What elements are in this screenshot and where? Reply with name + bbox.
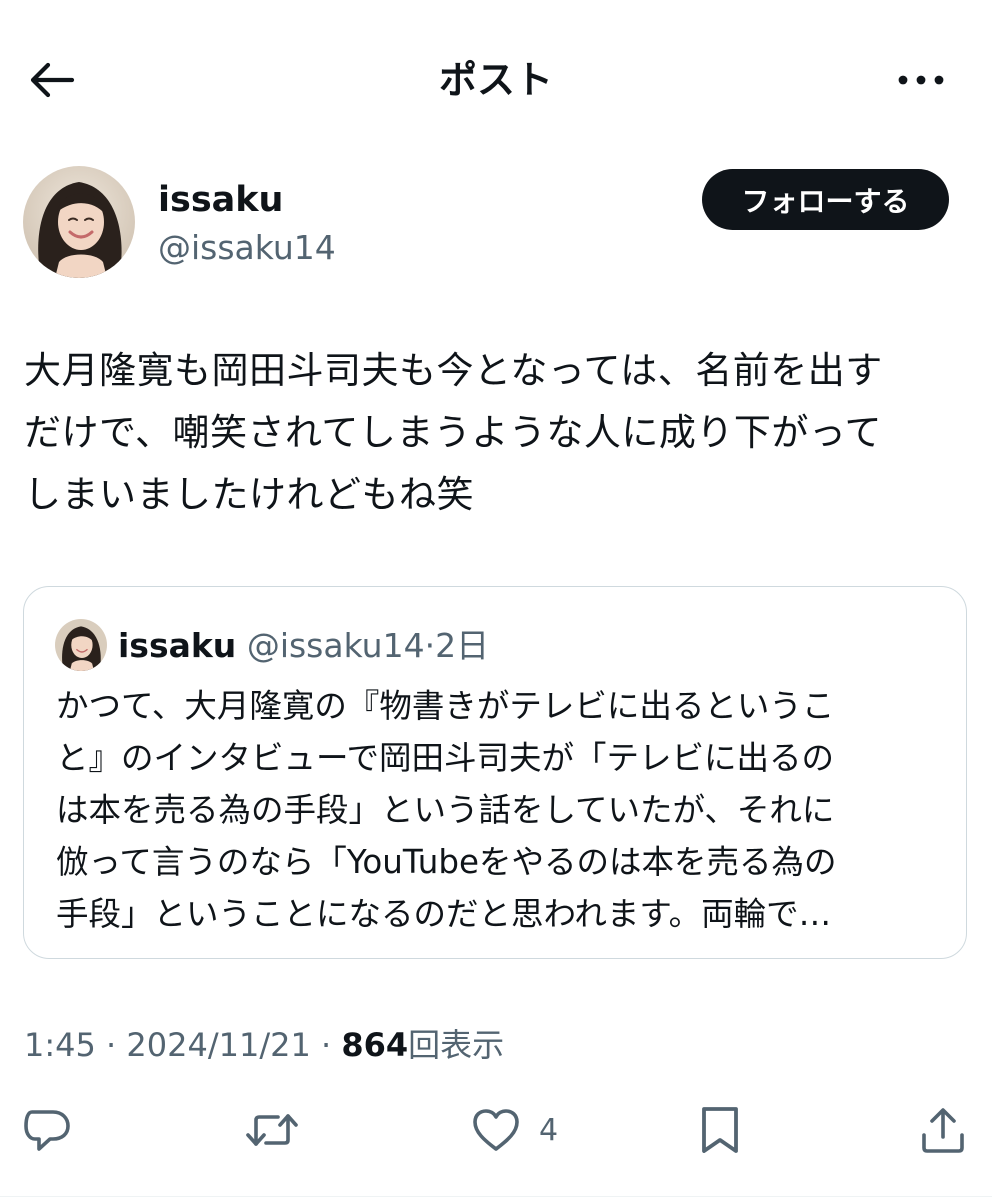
more-options-button[interactable] [888, 52, 954, 108]
quoted-post-header: issaku @issaku14·2日 [118, 624, 489, 668]
reply-icon [22, 1106, 72, 1154]
quoted-text-line: と』のインタビューで岡田斗司夫が「テレビに出るの [56, 739, 835, 777]
views-label[interactable]: 回表示 [408, 1026, 504, 1064]
repost-icon [244, 1106, 300, 1154]
quoted-text-line: 倣って言うのなら「YouTubeをやるのは本を売る為の [56, 843, 837, 881]
author-avatar[interactable] [23, 166, 135, 278]
bookmark-button[interactable] [698, 1100, 742, 1160]
quoted-text-line: 手段」ということになるのだと思われます。両輪で… [56, 895, 832, 933]
reply-button[interactable] [22, 1100, 72, 1160]
quoted-text-line: かつて、大月隆寛の『物書きがテレビに出るというこ [56, 687, 835, 725]
post-date: 2024/11/21 [126, 1026, 311, 1064]
author-name[interactable]: issaku [158, 178, 283, 222]
page-title: ポスト [438, 58, 553, 102]
repost-button[interactable] [244, 1100, 300, 1160]
post-text-line: だけで、嘲笑されてしまうような人に成り下がって [24, 411, 883, 454]
like-button[interactable]: 4 [471, 1100, 558, 1160]
more-horizontal-icon [897, 74, 945, 86]
post-meta: 1:45 · 2024/11/21 · 864回表示 [24, 1022, 504, 1068]
share-button[interactable] [918, 1100, 968, 1160]
meta-separator: · [320, 1026, 332, 1064]
quoted-separator: · [424, 626, 436, 665]
author-handle[interactable]: @issaku14 [158, 226, 336, 270]
meta-separator: · [106, 1026, 117, 1064]
quoted-text-line: は本を売る為の手段」という話をしていたが、それに [56, 791, 835, 829]
divider [0, 1196, 992, 1197]
post-time: 1:45 [24, 1026, 96, 1064]
post-text-line: しまいましたけれどもね笑 [24, 473, 474, 516]
bookmark-icon [698, 1105, 742, 1155]
quoted-author-handle: @issaku14 [246, 626, 425, 665]
like-count: 4 [539, 1112, 559, 1148]
quoted-timestamp: 2日 [435, 626, 490, 665]
post-text: 大月隆寛も岡田斗司夫も今となっては、名前を出す だけで、嘲笑されてしまうような人… [24, 340, 968, 526]
quoted-author-name: issaku [118, 626, 237, 665]
views-count[interactable]: 864 [341, 1026, 408, 1064]
heart-icon [471, 1107, 521, 1153]
share-icon [918, 1105, 968, 1155]
quoted-author-avatar [55, 619, 107, 671]
quoted-post-text: かつて、大月隆寛の『物書きがテレビに出るというこ と』のインタビューで岡田斗司夫… [56, 680, 936, 940]
post-text-line: 大月隆寛も岡田斗司夫も今となっては、名前を出す [24, 349, 883, 392]
follow-button[interactable]: フォローする [702, 169, 949, 230]
